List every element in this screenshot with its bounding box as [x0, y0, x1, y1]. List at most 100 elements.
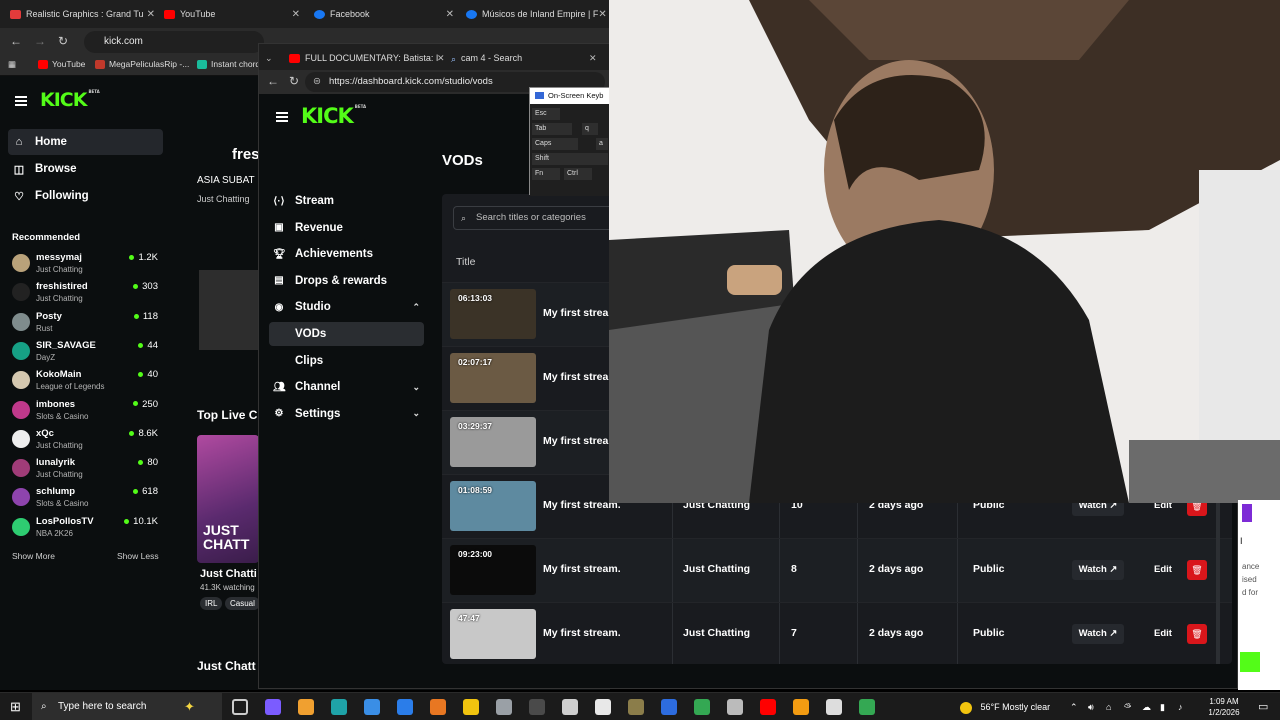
recommended-channel[interactable]: xQc Just Chatting 8.6K	[12, 426, 160, 454]
card-tag[interactable]: Casual	[225, 597, 260, 610]
battery-icon[interactable]: ▮	[1160, 693, 1165, 720]
live-card-thumbnail[interactable]: JUST CHATT	[197, 435, 259, 563]
bookmark-instant-chord[interactable]: Instant chord...	[197, 59, 267, 69]
vlc-icon[interactable]	[793, 699, 809, 715]
card-title[interactable]: Just Chatti	[200, 568, 257, 580]
folder-app-icon[interactable]	[298, 699, 314, 715]
mail-icon[interactable]	[397, 699, 413, 715]
tray-app-icon[interactable]: ⛅︎	[1124, 693, 1131, 720]
delete-button[interactable]: 🗑︎	[1187, 624, 1207, 644]
weather-widget[interactable]: 56°F Mostly clear	[960, 693, 1050, 720]
recommended-channel[interactable]: lunalyrik Just Chatting 80	[12, 455, 160, 483]
close-icon[interactable]: ✕	[292, 9, 300, 20]
site-info-icon[interactable]: ⊜	[313, 72, 321, 92]
nav-item-channel[interactable]: 👥︎ Channel ⌄	[269, 375, 424, 399]
reload-icon[interactable]: ↻	[58, 34, 68, 48]
chrome-icon[interactable]	[694, 699, 710, 715]
column-header-title[interactable]: Title	[456, 256, 475, 268]
taskbar-search-input[interactable]: ⌕ Type here to search ✦	[32, 693, 222, 720]
notification-icon[interactable]: ▭	[1258, 693, 1268, 720]
nav-item-home[interactable]: ⌂ Home	[8, 129, 163, 155]
recommended-channel[interactable]: freshistired Just Chatting 303	[12, 279, 160, 307]
key-a[interactable]: a	[596, 138, 608, 150]
system-clock[interactable]: 1:09 AM 1/2/2026	[1205, 696, 1243, 718]
chrome-icon[interactable]	[859, 699, 875, 715]
show-more-link[interactable]: Show More	[12, 551, 55, 561]
chevron-down-icon[interactable]: ⌄	[412, 408, 420, 419]
recommended-channel[interactable]: KokoMain League of Legends 40	[12, 367, 160, 395]
onedrive-icon[interactable]: ☁	[1142, 693, 1151, 720]
watch-button[interactable]: Watch ↗	[1072, 624, 1124, 644]
recommended-channel[interactable]: messymaj Just Chatting 1.2K	[12, 250, 160, 278]
windows-start-icon[interactable]: ⊞	[10, 699, 21, 715]
green-button[interactable]	[1240, 652, 1260, 672]
close-icon[interactable]: ✕	[598, 9, 606, 20]
app-icon[interactable]	[265, 699, 281, 715]
obs-icon[interactable]	[529, 699, 545, 715]
close-icon[interactable]: ✕	[446, 9, 454, 20]
nav-item-revenue[interactable]: ▣ Revenue	[269, 216, 424, 240]
task-view-icon[interactable]	[232, 699, 248, 715]
app-icon[interactable]	[727, 699, 743, 715]
calculator-icon[interactable]	[562, 699, 578, 715]
steam-icon[interactable]	[661, 699, 677, 715]
delete-button[interactable]: 🗑︎	[1187, 560, 1207, 580]
reload-icon[interactable]: ↻	[289, 74, 299, 88]
nav-item-stream[interactable]: ⟨·⟩ Stream	[269, 189, 424, 213]
key-tab[interactable]: Tab	[532, 123, 572, 135]
recommended-channel[interactable]: schlump Slots & Casino 618	[12, 484, 160, 512]
app-icon[interactable]	[628, 699, 644, 715]
outlook-icon[interactable]	[364, 699, 380, 715]
edit-button[interactable]: Edit	[1154, 624, 1172, 644]
menu-icon[interactable]	[276, 112, 290, 122]
firefox-icon[interactable]	[430, 699, 446, 715]
tray-chevron-icon[interactable]: ⌃	[1070, 693, 1078, 720]
nav-item-following[interactable]: ♡ Following	[8, 183, 163, 209]
file-explorer-icon[interactable]	[463, 699, 479, 715]
key-ctrl[interactable]: Ctrl	[564, 168, 592, 180]
close-icon[interactable]: ✕	[437, 48, 445, 68]
edge-icon[interactable]	[331, 699, 347, 715]
network-icon[interactable]: ⌂	[1106, 693, 1111, 720]
tab-list-chevron-icon[interactable]: ⌄	[265, 48, 273, 68]
key-q[interactable]: q	[582, 123, 598, 135]
recommended-channel[interactable]: SIR_SAVAGE DayZ 44	[12, 338, 160, 366]
nav-item-settings[interactable]: ⚙ Settings ⌄	[269, 402, 424, 426]
key-fn[interactable]: Fn	[532, 168, 560, 180]
back-arrow-icon[interactable]: ←	[267, 74, 279, 88]
nav-item-drops-rewards[interactable]: ▤ Drops & rewards	[269, 269, 424, 293]
card-tag[interactable]: IRL	[200, 597, 223, 610]
nav-item-achievements[interactable]: 🏆︎ Achievements	[269, 242, 424, 266]
recommended-channel[interactable]: Posty Rust 118	[12, 309, 160, 337]
volume-icon[interactable]: 🔊︎	[1088, 693, 1094, 720]
key-shift[interactable]: Shift	[532, 153, 608, 165]
front-tab-1[interactable]: FULL DOCUMENTARY: Batista: I W	[289, 48, 439, 68]
show-less-link[interactable]: Show Less	[117, 551, 159, 561]
back-tab-1[interactable]: Realistic Graphics : Grand Tu ✕	[10, 4, 155, 24]
apps-grid-icon[interactable]: ▦	[8, 59, 16, 70]
close-icon[interactable]: ✕	[147, 9, 155, 20]
channel-name[interactable]: fres	[232, 146, 260, 163]
bookmark-megapeliculas[interactable]: MegaPeliculasRip -...	[95, 59, 189, 69]
close-icon[interactable]: ✕	[589, 48, 597, 68]
youtube-icon[interactable]	[760, 699, 776, 715]
back-tab-4[interactable]: Músicos de Inland Empire | F ✕	[466, 4, 606, 24]
back-tab-3[interactable]: Facebook ✕	[314, 4, 454, 24]
nav-item-vods[interactable]: VODs	[269, 322, 424, 346]
app-icon[interactable]	[595, 699, 611, 715]
settings-icon[interactable]	[826, 699, 842, 715]
edit-button[interactable]: Edit	[1154, 560, 1172, 580]
kick-logo[interactable]: KICK BETA	[301, 104, 366, 128]
kick-logo[interactable]: KICK BETA	[40, 89, 100, 111]
stream-category[interactable]: Just Chatting	[197, 194, 250, 204]
back-arrow-icon[interactable]: ←	[10, 34, 22, 48]
table-row[interactable]: 47:47 My first stream. Just Chatting 7 2 day…	[442, 602, 1232, 664]
chevron-up-icon[interactable]: ⌃	[412, 302, 420, 313]
table-row[interactable]: 09:23:00 My first stream. Just Chatting 8 2 …	[442, 538, 1232, 603]
recommended-channel[interactable]: LosPollosTV NBA 2K26 10.1K	[12, 514, 160, 542]
nav-item-clips[interactable]: Clips	[269, 349, 424, 373]
watch-button[interactable]: Watch ↗	[1072, 560, 1124, 580]
recommended-channel[interactable]: imbones Slots & Casino 250	[12, 397, 160, 425]
chevron-down-icon[interactable]: ⌄	[412, 382, 420, 393]
url-field[interactable]: kick.com	[84, 31, 264, 53]
